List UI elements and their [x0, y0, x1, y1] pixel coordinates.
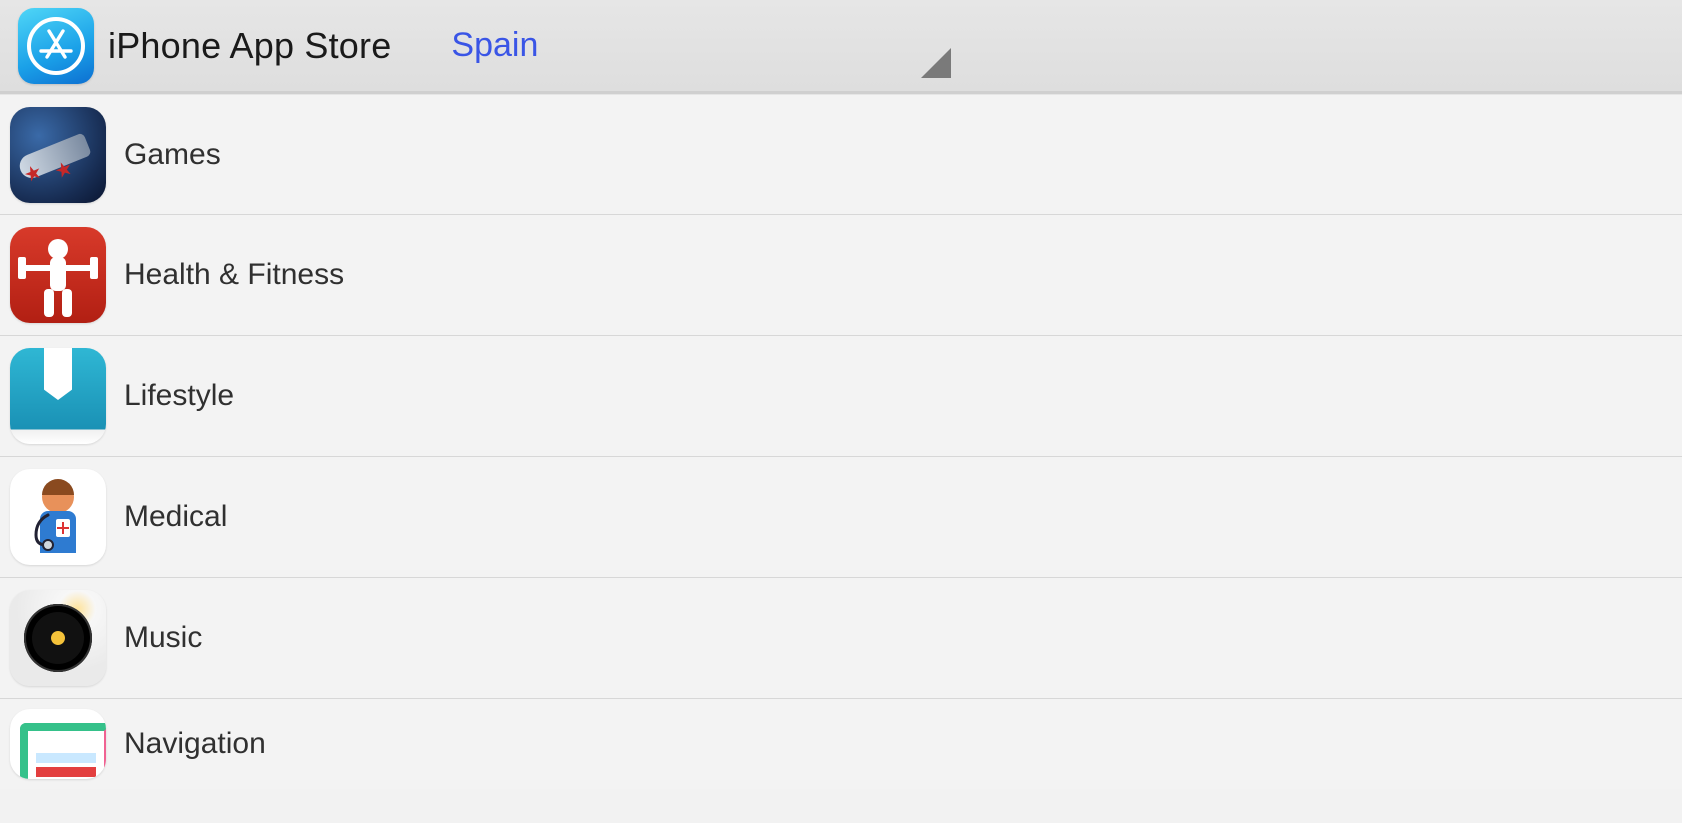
category-list: Games Health & Fitness Lifestyle — [0, 94, 1682, 789]
page-title: iPhone App Store — [108, 25, 391, 67]
category-label: Medical — [124, 500, 227, 534]
country-label: Spain — [451, 26, 538, 65]
category-label: Navigation — [124, 727, 266, 761]
music-icon — [10, 590, 106, 686]
navigation-icon — [10, 709, 106, 779]
games-icon — [10, 107, 106, 203]
category-row-medical[interactable]: Medical — [0, 457, 1682, 578]
medical-icon — [10, 469, 106, 565]
category-label: Health & Fitness — [124, 258, 344, 292]
health-fitness-icon — [10, 227, 106, 323]
lifestyle-icon — [10, 348, 106, 444]
category-label: Lifestyle — [124, 379, 234, 413]
category-row-music[interactable]: Music — [0, 578, 1682, 699]
category-row-lifestyle[interactable]: Lifestyle — [0, 336, 1682, 457]
header-bar: iPhone App Store Spain — [0, 0, 1682, 94]
country-spinner[interactable]: Spain — [451, 8, 538, 84]
dropdown-indicator-icon — [921, 48, 951, 78]
category-row-games[interactable]: Games — [0, 94, 1682, 215]
category-row-health[interactable]: Health & Fitness — [0, 215, 1682, 336]
category-row-navigation[interactable]: Navigation — [0, 699, 1682, 789]
category-label: Games — [124, 138, 221, 172]
category-label: Music — [124, 621, 202, 655]
appstore-icon — [18, 8, 94, 84]
